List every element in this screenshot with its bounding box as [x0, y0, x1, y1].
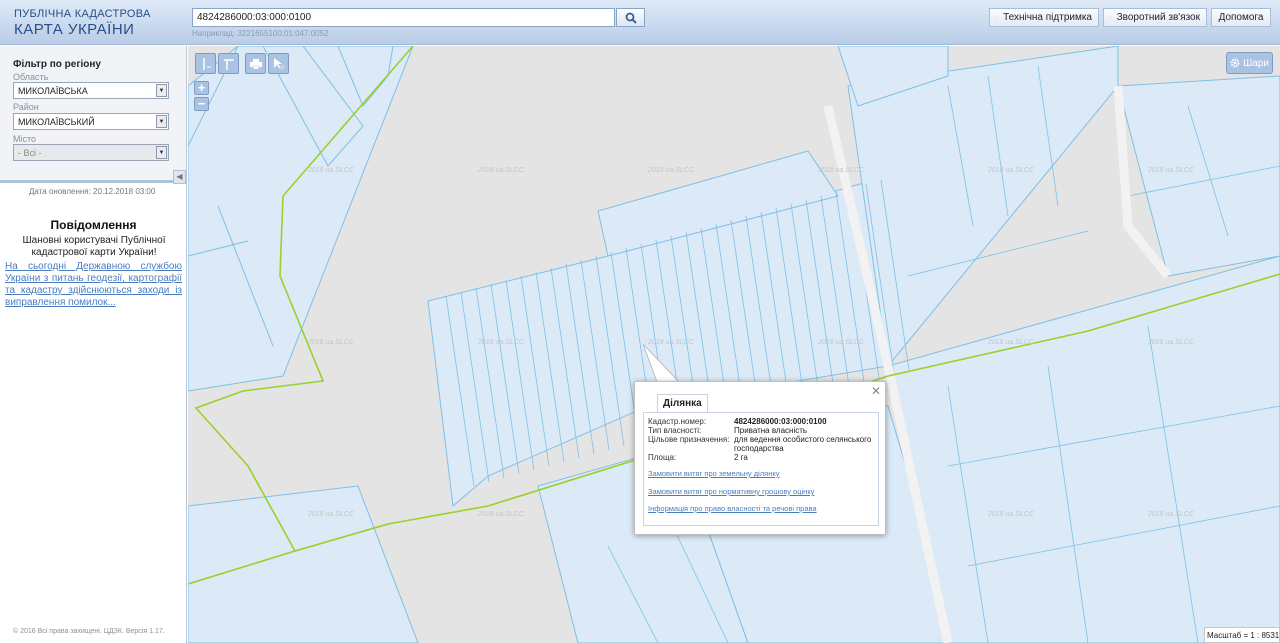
copyright: © 2016 Всі права захищені. ЦДЗК. Версія … [13, 628, 165, 635]
field-key: Кадастр.номер: [648, 417, 707, 426]
region-filter-panel: Фільтр по регіону Область МИКОЛАЇВСЬКА ▼… [0, 46, 186, 184]
zoom-out-button[interactable]: − [194, 97, 209, 111]
map-watermark: 2018 ua.SLCC [987, 339, 1035, 346]
field-value: Приватна власність [734, 426, 808, 435]
map-watermark: 2018 ua.SLCC [477, 167, 525, 174]
map-watermark: 2018 ua.SLCC [477, 511, 525, 518]
collapse-sidebar-button[interactable]: ◀ [173, 170, 186, 184]
map-watermark: 2018 ua.SLCC [1147, 339, 1195, 346]
help-label: Допомога [1218, 12, 1264, 23]
ownership-info-link[interactable]: Інформація про право власності та речові… [648, 504, 817, 513]
ruler-icon [202, 57, 211, 70]
rayon-label: Район [13, 102, 39, 112]
printer-icon [249, 58, 262, 69]
map-watermark: 2018 ua.SLCC [817, 167, 865, 174]
field-value: 2 га [734, 453, 748, 462]
map-watermark: 2018 ua.SLCC [1147, 167, 1195, 174]
field-value: 4824286000:03:000:0100 [734, 417, 827, 426]
logo-line-2: КАРТА УКРАЇНИ [14, 21, 135, 38]
envelope-icon [1110, 17, 1111, 18]
help-button[interactable]: Допомога [1211, 8, 1271, 27]
tab-parcel[interactable]: Ділянка [657, 394, 708, 412]
parcel-info-popup: ✕ Ділянка Кадастр.номер: 4824286000:03:0… [634, 381, 886, 535]
measure-area-button[interactable] [218, 53, 239, 74]
chevron-down-icon[interactable]: ▼ [156, 115, 167, 128]
map-watermark: 2018 ua.SLCC [987, 511, 1035, 518]
map-watermark: 2018 ua.SLCC [817, 339, 865, 346]
rayon-select[interactable]: МИКОЛАЇВСЬКИЙ ▼ [13, 113, 169, 130]
map-watermark: 2018 ua.SLCC [477, 339, 525, 346]
notice-link[interactable]: На сьогодні Державною службою України з … [5, 261, 182, 309]
gear-icon [1230, 58, 1240, 68]
city-select: - Всі - ▼ [13, 144, 169, 161]
city-value: - Всі - [18, 148, 42, 158]
map-watermark: 2018 ua.SLCC [1147, 511, 1195, 518]
cadastral-map[interactable]: 2018 ua.SLCC 2018 ua.SLCC 2018 ua.SLCC 2018… [188, 46, 1280, 643]
logo-line-1: ПУБЛІЧНА КАДАСТРОВА [14, 8, 151, 20]
search-icon [625, 12, 637, 24]
map-watermark: 2018 ua.SLCC [307, 339, 355, 346]
oblast-select[interactable]: МИКОЛАЇВСЬКА ▼ [13, 82, 169, 99]
header: ПУБЛІЧНА КАДАСТРОВА КАРТА УКРАЇНИ Наприк… [0, 0, 1280, 45]
field-value: для ведення особистого селянського госпо… [734, 435, 872, 453]
order-parcel-extract-link[interactable]: Замовити витяг про земельну ділянку [648, 469, 780, 478]
tech-support-button[interactable]: Технічна підтримка [989, 8, 1099, 27]
popup-pointer [643, 344, 681, 383]
oblast-label: Область [13, 72, 49, 82]
chevron-down-icon[interactable]: ▼ [156, 84, 167, 97]
field-key: Площа: [648, 453, 677, 462]
measure-distance-button[interactable] [195, 53, 216, 74]
chevron-down-icon: ▼ [156, 146, 167, 159]
map-watermark: 2018 ua.SLCC [307, 167, 355, 174]
notice-title: Повідомлення [50, 218, 137, 232]
city-label: Місто [13, 134, 37, 144]
feedback-label: Зворотний зв'язок [1116, 12, 1200, 23]
search-hint: Наприклад: 3221655100:01:047:0052 [192, 29, 329, 38]
parcel-info-body: Кадастр.номер: 4824286000:03:000:0100 Ти… [643, 412, 879, 526]
close-icon[interactable]: ✕ [871, 384, 881, 398]
svg-text:?: ? [281, 66, 285, 71]
site-logo[interactable]: ПУБЛІЧНА КАДАСТРОВА КАРТА УКРАЇНИ [14, 8, 151, 38]
field-key: Тип власності: [648, 426, 702, 435]
tools-icon [996, 17, 997, 18]
map-watermark: 2018 ua.SLCC [987, 167, 1035, 174]
map-canvas[interactable]: 2018 ua.SLCC 2018 ua.SLCC 2018 ua.SLCC 2018… [188, 46, 1280, 643]
filter-title: Фільтр по регіону [13, 59, 101, 70]
map-watermark: 2018 ua.SLCC [647, 167, 695, 174]
layers-button[interactable]: Шари [1226, 52, 1273, 74]
order-valuation-extract-link[interactable]: Замовити витяг про нормативну грошову оц… [648, 487, 814, 496]
notice-greeting: Шановні користувачі Публічної кадастрово… [22, 235, 166, 258]
field-key: Цільове призначення: [648, 435, 730, 444]
map-watermark: 2018 ua.SLCC [307, 511, 355, 518]
zoom-in-button[interactable]: + [194, 81, 209, 95]
area-ruler-icon [223, 58, 234, 70]
identify-button[interactable]: ? [268, 53, 289, 74]
feedback-button[interactable]: Зворотний зв'язок [1103, 8, 1207, 27]
cadastre-search-input[interactable] [192, 8, 615, 27]
map-scale: Масштаб = 1 : 8531 [1204, 627, 1280, 643]
print-button[interactable] [245, 53, 266, 74]
sidebar: Фільтр по регіону Область МИКОЛАЇВСЬКА ▼… [0, 46, 187, 643]
search-button[interactable] [616, 8, 645, 27]
oblast-value: МИКОЛАЇВСЬКА [18, 86, 88, 96]
tech-support-label: Технічна підтримка [1003, 12, 1092, 23]
layers-label: Шари [1243, 57, 1269, 69]
cursor-help-icon: ? [273, 57, 285, 71]
update-date: Дата оновлення: 20.12.2018 03:00 [29, 187, 156, 196]
rayon-value: МИКОЛАЇВСЬКИЙ [18, 117, 95, 127]
